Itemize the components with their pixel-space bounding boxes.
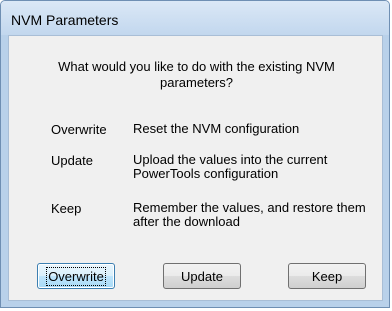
option-desc-line: PowerTools configuration <box>133 166 279 181</box>
dialog-window: NVM Parameters What would you like to do… <box>0 0 390 308</box>
overwrite-button-label: Overwrite <box>46 266 106 286</box>
option-desc-update: Upload the values into the current Power… <box>133 153 327 181</box>
title-bar[interactable]: NVM Parameters <box>1 1 389 35</box>
option-desc-line: Reset the NVM configuration <box>133 121 300 136</box>
update-button[interactable]: Update <box>163 263 241 289</box>
question-line-1: What would you like to do with the exist… <box>58 59 335 74</box>
keep-button[interactable]: Keep <box>288 263 366 289</box>
dialog-content: What would you like to do with the exist… <box>8 35 383 301</box>
option-desc-line: after the download <box>133 214 240 229</box>
question-line-2: parameters? <box>160 75 233 90</box>
option-desc-line: Remember the values, and restore them <box>133 200 366 215</box>
option-desc-overwrite: Reset the NVM configuration <box>133 122 299 136</box>
option-desc-keep: Remember the values, and restore them af… <box>133 201 366 229</box>
keep-button-label: Keep <box>311 268 343 284</box>
window-title: NVM Parameters <box>11 12 119 28</box>
option-name-keep: Keep <box>51 201 82 216</box>
question-text: What would you like to do with the exist… <box>9 59 384 91</box>
option-desc-line: Upload the values into the current <box>133 152 328 167</box>
option-name-update: Update <box>51 153 93 168</box>
overwrite-button[interactable]: Overwrite <box>37 263 115 289</box>
update-button-label: Update <box>181 268 223 284</box>
option-name-overwrite: Overwrite <box>51 122 107 137</box>
